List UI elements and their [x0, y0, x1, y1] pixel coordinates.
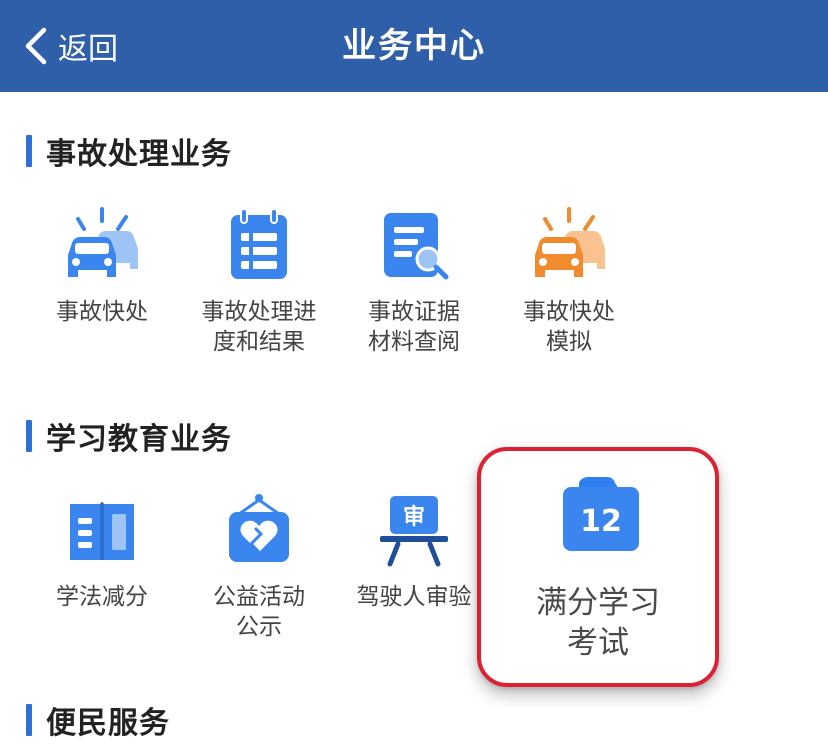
open-book-icon — [70, 502, 134, 560]
service-item-label: 事故快处 — [56, 299, 148, 325]
service-item-label: 公益活动 公示 — [213, 584, 305, 640]
service-item-accident-progress[interactable]: 事故处理进 度和结果 — [184, 207, 334, 357]
service-item-label: 满分学习 考试 — [536, 585, 660, 661]
section-title-accident: 事故处理业务 — [26, 129, 232, 173]
chevron-left-icon — [25, 27, 47, 65]
service-item-study-law[interactable]: 学法减分 — [27, 492, 177, 612]
page-title: 业务中心 — [342, 26, 486, 66]
section-accent-bar — [26, 135, 32, 167]
calendar-list-icon — [231, 208, 287, 279]
back-button[interactable]: 返回 — [22, 22, 118, 70]
section-title-text: 学习教育业务 — [46, 422, 232, 457]
score-12-folder-icon: 12 — [563, 477, 639, 551]
document-search-icon — [384, 213, 449, 280]
review-board-char: 审 — [403, 504, 425, 530]
review-board-icon: 审 — [380, 496, 448, 567]
service-item-evidence-review[interactable]: 事故证据 材料查阅 — [339, 207, 489, 357]
section-title-text: 便民服务 — [46, 706, 170, 741]
back-label: 返回 — [58, 32, 118, 67]
service-item-driver-review[interactable]: 审 驾驶人审验 — [339, 492, 489, 612]
section-title-convenience: 便民服务 — [26, 698, 170, 742]
service-item-label: 事故证据 材料查阅 — [368, 299, 460, 355]
service-item-accident-simulation[interactable]: 事故快处 模拟 — [494, 207, 644, 357]
score-12-badge: 12 — [580, 504, 622, 539]
heart-sign-icon — [229, 494, 289, 562]
service-item-label: 事故快处 模拟 — [523, 299, 615, 355]
section-accent-bar — [26, 704, 32, 736]
top-nav-bar: 返回 业务中心 — [0, 0, 828, 92]
service-item-public-welfare[interactable]: 公益活动 公示 — [184, 492, 334, 642]
service-item-label: 事故处理进 度和结果 — [201, 299, 317, 355]
service-item-full-score-exam[interactable]: 12 满分学习 考试 — [477, 447, 719, 687]
orange-cars-icon — [535, 207, 605, 277]
two-cars-icon — [68, 207, 138, 277]
section-title-education: 学习教育业务 — [26, 414, 232, 458]
section-accent-bar — [26, 420, 32, 452]
service-item-label: 学法减分 — [56, 584, 148, 610]
section-title-text: 事故处理业务 — [46, 137, 232, 172]
service-item-label: 驾驶人审验 — [356, 584, 472, 610]
service-item-accident-quick[interactable]: 事故快处 — [27, 207, 177, 327]
